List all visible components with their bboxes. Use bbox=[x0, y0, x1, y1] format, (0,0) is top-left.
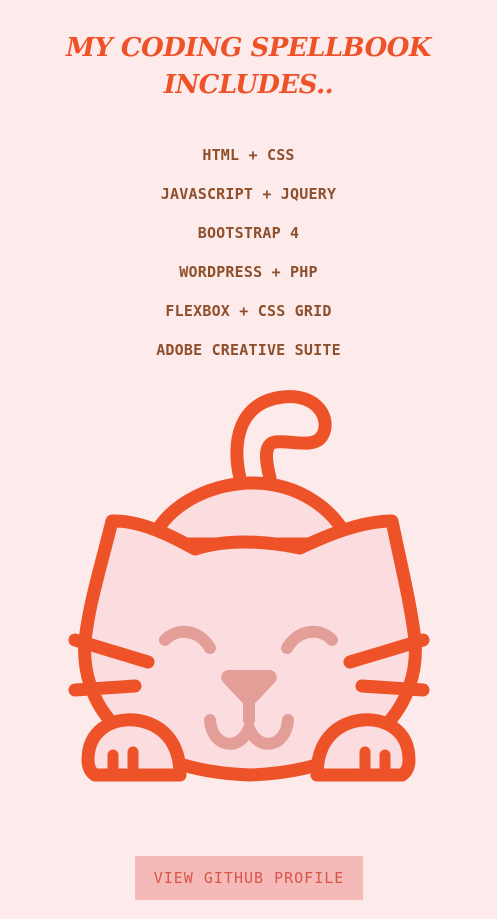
whisker-right-bottom bbox=[355, 679, 430, 697]
skill-item-html-css: HTML + CSS bbox=[202, 146, 295, 164]
skills-list: HTML + CSS JAVASCRIPT + JQUERY BOOTSTRAP… bbox=[0, 143, 497, 377]
cat-icon bbox=[68, 390, 430, 782]
heading-line-2: INCLUDES.. bbox=[163, 70, 334, 100]
heading-line-1: MY CODING SPELLBOOK bbox=[65, 33, 432, 63]
section-heading: MY CODING SPELLBOOK INCLUDES.. bbox=[0, 30, 497, 104]
skill-item-adobe: ADOBE CREATIVE SUITE bbox=[156, 341, 341, 359]
skill-item-wordpress-php: WORDPRESS + PHP bbox=[179, 263, 318, 281]
whisker-left-bottom bbox=[68, 679, 142, 697]
skill-item-bootstrap: BOOTSTRAP 4 bbox=[197, 224, 300, 242]
skill-item-javascript-jquery: JAVASCRIPT + JQUERY bbox=[160, 185, 337, 203]
skill-item-flexbox-grid: FLEXBOX + CSS GRID bbox=[165, 302, 332, 320]
cat-tail bbox=[230, 390, 332, 485]
view-github-profile-button[interactable]: VIEW GITHUB PROFILE bbox=[135, 856, 363, 900]
